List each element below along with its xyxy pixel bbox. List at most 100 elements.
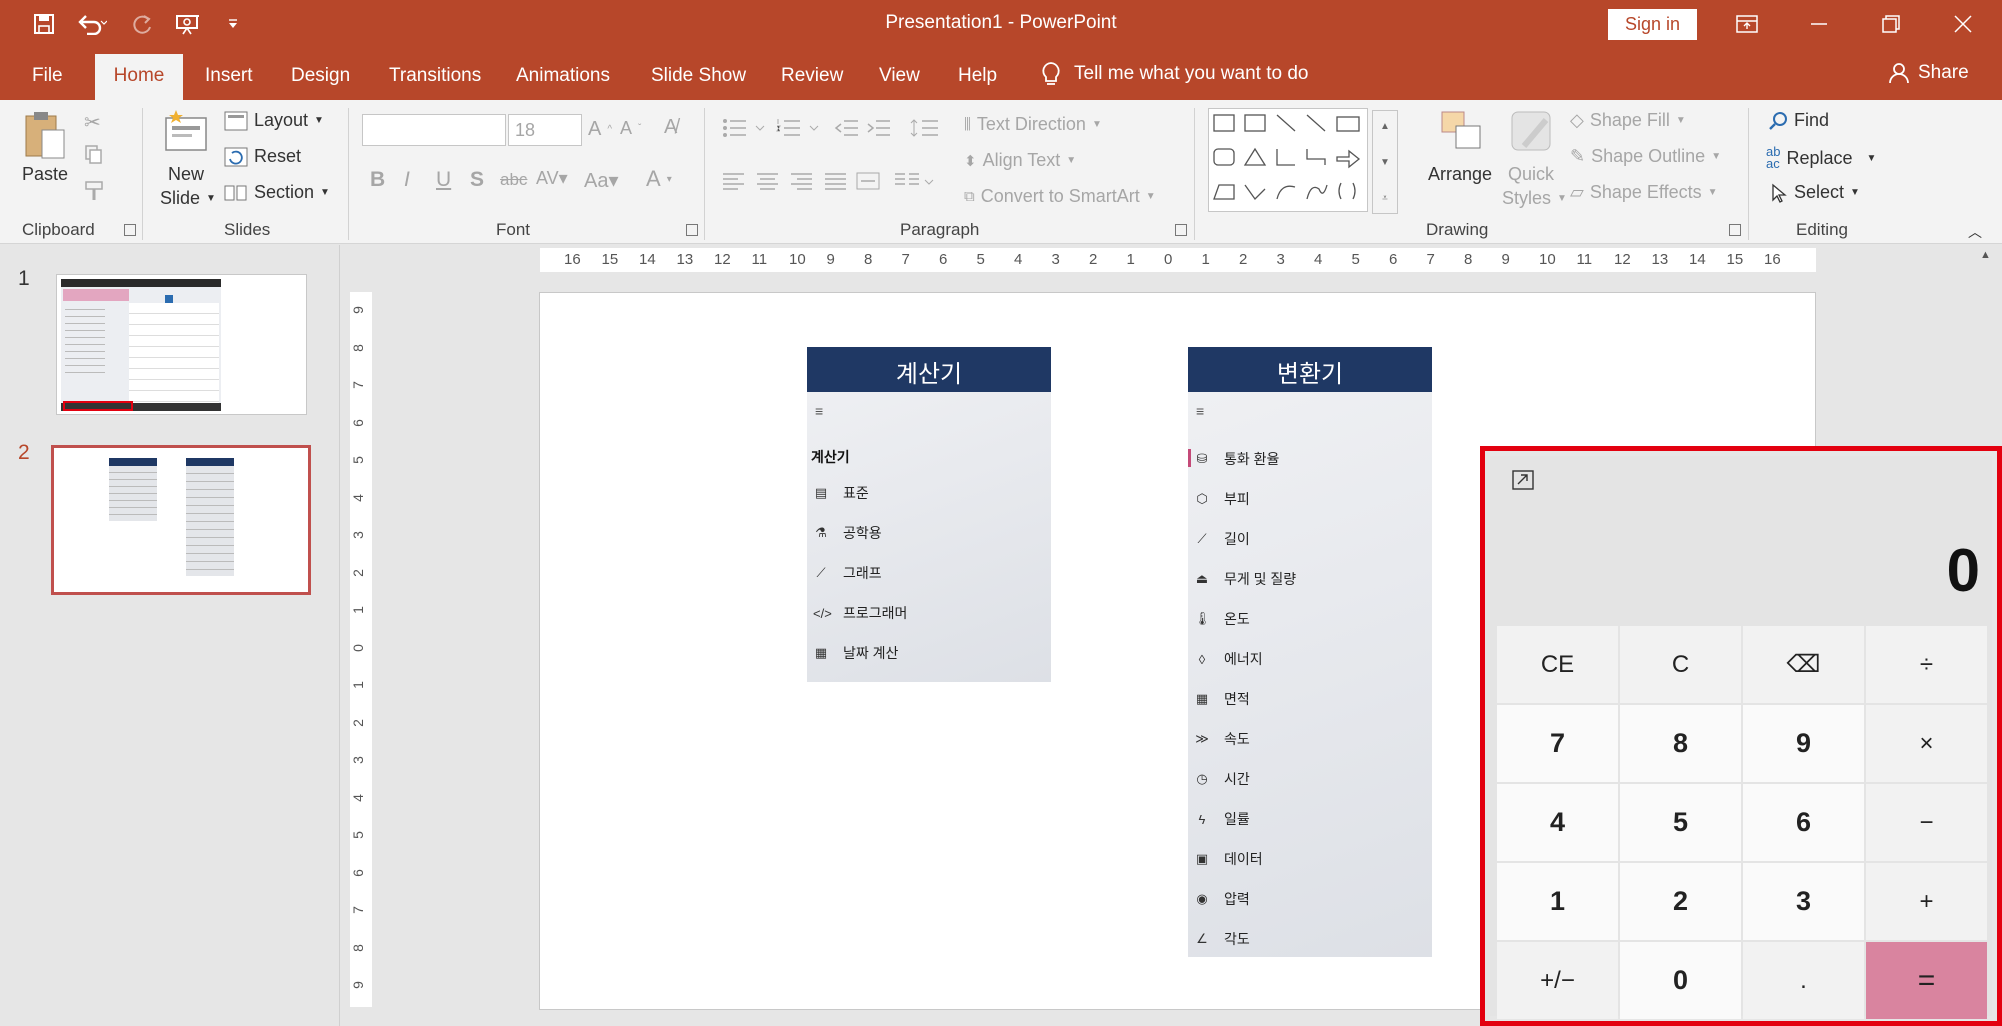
drawing-dialog-launcher[interactable] xyxy=(1729,224,1741,236)
quick-styles-icon[interactable] xyxy=(1508,108,1556,154)
tab-home[interactable]: Home xyxy=(95,54,183,100)
nav-item-date-calc[interactable]: ▦ 날짜 계산 xyxy=(813,643,899,663)
one-button[interactable]: 1 xyxy=(1497,863,1618,940)
clear-button[interactable]: C xyxy=(1620,626,1741,703)
quick-styles-button[interactable]: Quick xyxy=(1508,164,1554,185)
tab-view[interactable]: View xyxy=(879,65,920,87)
sign-in-button[interactable]: Sign in xyxy=(1608,9,1697,40)
strikethrough-icon[interactable]: abc xyxy=(500,170,527,190)
nav-item-currency[interactable]: ⛁ 통화 환율 xyxy=(1194,449,1280,469)
find-button[interactable]: Find xyxy=(1768,110,1829,131)
tab-design[interactable]: Design xyxy=(291,65,350,87)
converter-nav-panel[interactable]: 변환기 ≡ ⛁ 통화 환율 ⬡ 부피 ⟋ 길이 ⏏ 무게 및 질량 🌡︎ 온도 ◊ 에너지 … xyxy=(1188,347,1432,957)
arrange-button[interactable]: Arrange xyxy=(1428,164,1492,185)
align-text-button[interactable]: ⬍ Align Text ▼ xyxy=(964,150,1076,171)
negate-button[interactable]: +/− xyxy=(1497,942,1618,1019)
shadow-icon[interactable]: S xyxy=(470,168,484,192)
quick-styles-dropdown[interactable]: Styles ▼ xyxy=(1502,188,1567,209)
italic-icon[interactable]: I xyxy=(404,168,410,192)
new-slide-icon[interactable] xyxy=(162,108,214,156)
reset-button[interactable]: Reset xyxy=(224,146,301,167)
shapes-gallery-scroll[interactable]: ▲ ▼ ⩡ xyxy=(1372,110,1398,214)
nav-item-data[interactable]: ▣ 데이터 xyxy=(1194,849,1263,869)
copy-icon[interactable] xyxy=(84,144,112,164)
decrease-indent-icon[interactable] xyxy=(834,118,860,138)
close-icon[interactable] xyxy=(1927,0,1999,48)
format-painter-icon[interactable] xyxy=(84,180,108,202)
shrink-font-icon[interactable]: Aˇ xyxy=(620,118,641,139)
nav-item-speed[interactable]: ≫ 속도 xyxy=(1194,729,1250,749)
restore-icon[interactable] xyxy=(1855,0,1927,48)
convert-smartart-button[interactable]: ⧉ Convert to SmartArt ▼ xyxy=(964,186,1156,207)
underline-icon[interactable]: U xyxy=(436,168,451,192)
nav-item-programmer[interactable]: </> 프로그래머 xyxy=(813,603,907,623)
shape-effects-button[interactable]: ▱ Shape Effects ▼ xyxy=(1570,182,1718,203)
multiply-button[interactable]: × xyxy=(1866,705,1987,782)
plus-button[interactable]: + xyxy=(1866,863,1987,940)
six-button[interactable]: 6 xyxy=(1743,784,1864,861)
collapse-ribbon-icon[interactable]: ︿ xyxy=(1968,222,1982,242)
arrange-icon[interactable] xyxy=(1438,108,1486,154)
calculator-nav-panel[interactable]: 계산기 ≡ 계산기 ▤ 표준 ⚗ 공학용 ⟋ 그래프 </> 프로그래머 ▦ 날짜 계산 xyxy=(807,347,1051,682)
paste-icon[interactable] xyxy=(22,108,68,162)
columns-icon[interactable] xyxy=(894,172,934,190)
paste-button[interactable]: Paste xyxy=(22,164,68,185)
decimal-button[interactable]: . xyxy=(1743,942,1864,1019)
slide-thumbnail-2[interactable] xyxy=(51,445,311,595)
divide-button[interactable]: ÷ xyxy=(1866,626,1987,703)
align-right-icon[interactable] xyxy=(790,172,814,190)
font-size-combo[interactable]: 18 xyxy=(508,114,582,146)
font-name-combo[interactable] xyxy=(362,114,506,146)
seven-button[interactable]: 7 xyxy=(1497,705,1618,782)
eight-button[interactable]: 8 xyxy=(1620,705,1741,782)
grow-font-icon[interactable]: A ^ xyxy=(588,118,612,141)
distributed-icon[interactable] xyxy=(856,172,882,190)
tab-file[interactable]: File xyxy=(32,65,63,87)
vertical-scrollbar[interactable]: ▲ xyxy=(1972,245,2002,445)
nav-item-pressure[interactable]: ◉ 압력 xyxy=(1194,889,1249,909)
nav-item-graphing[interactable]: ⟋ 그래프 xyxy=(813,563,881,583)
tell-me-box[interactable]: Tell me what you want to do xyxy=(1040,61,1308,87)
tab-help[interactable]: Help xyxy=(958,65,997,87)
keep-on-top-icon[interactable] xyxy=(1512,470,1534,495)
nav-item-length[interactable]: ⟋ 길이 xyxy=(1194,529,1249,549)
clear-entry-button[interactable]: CE xyxy=(1497,626,1618,703)
tab-slide-show[interactable]: Slide Show xyxy=(651,65,746,87)
slide-thumbnail-1[interactable] xyxy=(56,274,307,415)
nav-item-energy[interactable]: ◊ 에너지 xyxy=(1194,649,1263,669)
character-spacing-icon[interactable]: AV▾ xyxy=(536,168,568,189)
font-dialog-launcher[interactable] xyxy=(686,224,698,236)
justify-icon[interactable] xyxy=(824,172,848,190)
hamburger-icon[interactable]: ≡ xyxy=(815,403,823,419)
cut-icon[interactable]: ✂ xyxy=(84,110,101,135)
scroll-up-icon[interactable]: ▲ xyxy=(1980,249,1991,261)
clipboard-dialog-launcher[interactable] xyxy=(124,224,136,236)
nav-item-standard[interactable]: ▤ 표준 xyxy=(813,483,869,503)
shape-outline-button[interactable]: ✎ Shape Outline ▼ xyxy=(1570,146,1721,167)
nine-button[interactable]: 9 xyxy=(1743,705,1864,782)
change-case-icon[interactable]: Aa▾ xyxy=(584,168,619,193)
share-button[interactable]: Share xyxy=(1888,62,1969,84)
two-button[interactable]: 2 xyxy=(1620,863,1741,940)
new-slide-button[interactable]: New xyxy=(168,164,204,185)
five-button[interactable]: 5 xyxy=(1620,784,1741,861)
increase-indent-icon[interactable] xyxy=(866,118,892,138)
numbering-icon[interactable] xyxy=(776,118,820,138)
zero-button[interactable]: 0 xyxy=(1620,942,1741,1019)
shapes-gallery[interactable] xyxy=(1208,108,1368,212)
nav-item-weight[interactable]: ⏏ 무게 및 질량 xyxy=(1194,569,1296,589)
section-button[interactable]: Section ▼ xyxy=(224,182,330,203)
new-slide-dropdown[interactable]: Slide ▼ xyxy=(160,188,216,209)
text-direction-button[interactable]: ⫼ Text Direction ▼ xyxy=(964,114,1102,135)
font-color-icon[interactable]: A ▾ xyxy=(646,166,672,192)
tab-animations[interactable]: Animations xyxy=(516,65,610,87)
tab-insert[interactable]: Insert xyxy=(205,65,253,87)
shape-fill-button[interactable]: ◇ Shape Fill ▼ xyxy=(1570,110,1686,131)
nav-item-volume[interactable]: ⬡ 부피 xyxy=(1194,489,1249,509)
minus-button[interactable]: − xyxy=(1866,784,1987,861)
bullets-icon[interactable] xyxy=(722,118,766,138)
nav-item-area[interactable]: ▦ 면적 xyxy=(1194,689,1250,709)
layout-button[interactable]: Layout ▼ xyxy=(224,110,324,131)
nav-item-temperature[interactable]: 🌡︎ 온도 xyxy=(1194,609,1250,629)
bold-icon[interactable]: B xyxy=(370,168,385,192)
